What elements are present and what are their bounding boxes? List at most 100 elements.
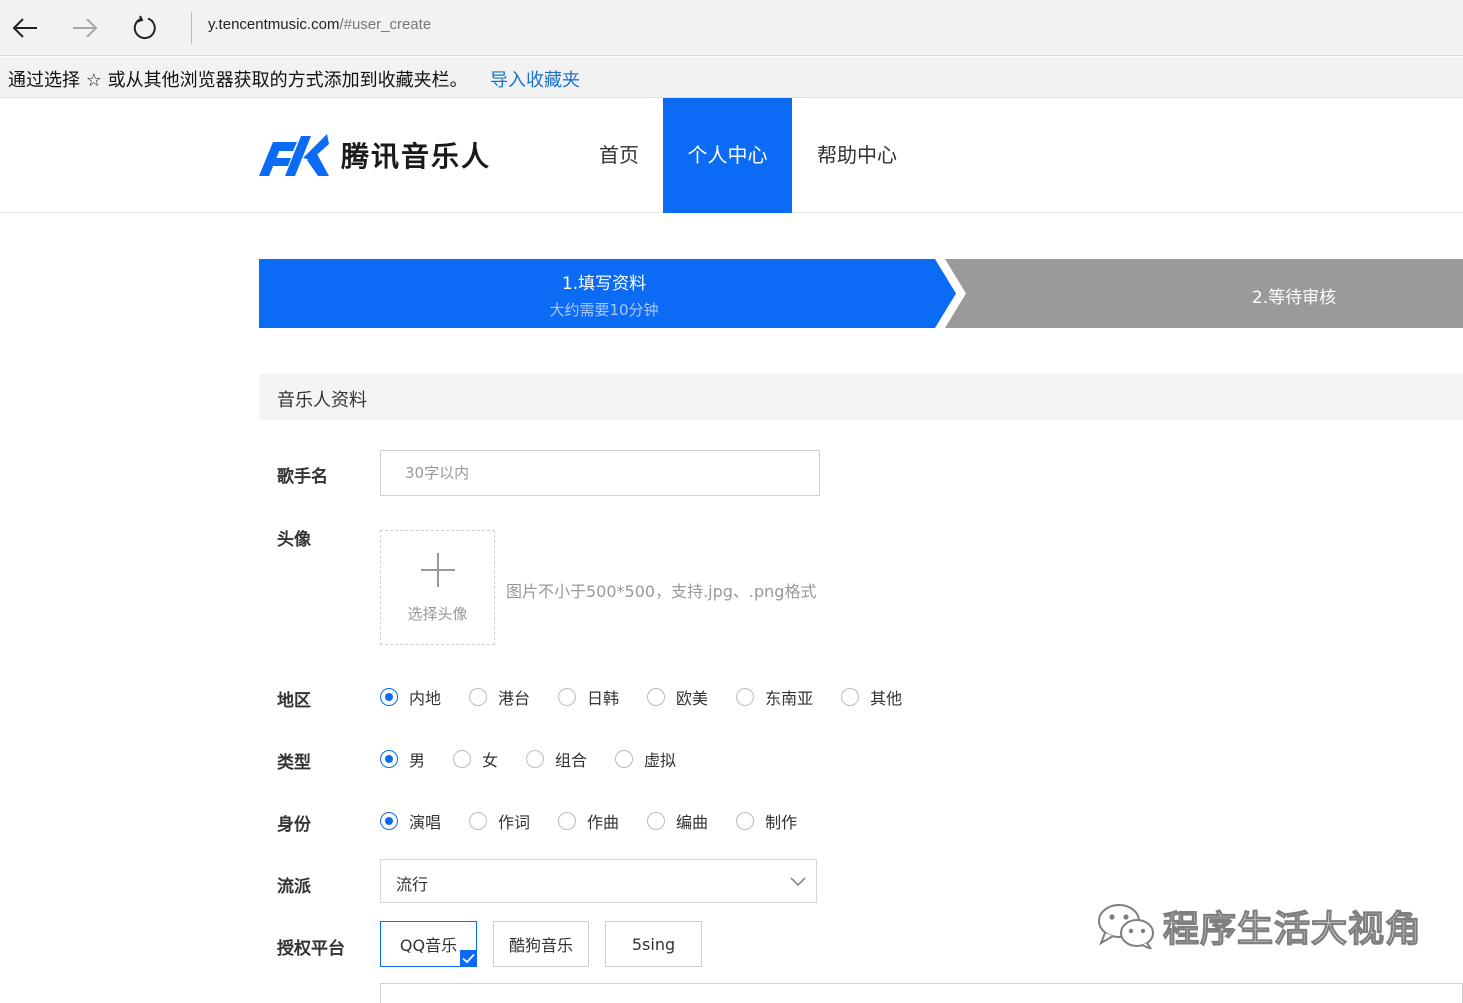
wechat-icon bbox=[1098, 904, 1154, 949]
url-path: /#user_create bbox=[339, 16, 432, 33]
radio-label: 女 bbox=[482, 751, 499, 770]
watermark-text: 程序生活大视角 bbox=[1162, 908, 1423, 950]
arrow-right-icon bbox=[73, 18, 98, 38]
url-domain: y.tencentmusic.com bbox=[208, 16, 340, 33]
site-header: 腾讯音乐人 首页 个人中心 帮助中心 bbox=[0, 98, 1463, 213]
radio-label: 编曲 bbox=[676, 813, 709, 832]
region-option[interactable]: 其他 bbox=[841, 685, 902, 709]
radio-icon bbox=[558, 688, 577, 706]
radio-label: 其他 bbox=[870, 689, 903, 708]
url-divider bbox=[191, 12, 192, 44]
forward-button[interactable] bbox=[65, 8, 105, 48]
import-favorites-link[interactable]: 导入收藏夹 bbox=[490, 66, 580, 92]
genre-label: 流派 bbox=[277, 877, 311, 897]
type-option[interactable]: 女 bbox=[453, 747, 498, 771]
watermark: 程序生活大视角 bbox=[1097, 900, 1422, 952]
avatar-hint: 图片不小于500*500，支持.jpg、.png格式 bbox=[506, 582, 817, 601]
radio-label: 港台 bbox=[498, 689, 531, 708]
avatar-label: 头像 bbox=[277, 530, 311, 550]
radio-icon bbox=[469, 812, 488, 830]
radio-label: 作词 bbox=[498, 813, 531, 832]
radio-icon bbox=[526, 750, 545, 768]
type-option[interactable]: 男 bbox=[380, 747, 425, 771]
radio-label: 内地 bbox=[409, 689, 442, 708]
platform-option-kugou[interactable]: 酷狗音乐 bbox=[493, 921, 589, 967]
progress-steps: 1.填写资料 大约需要10分钟 2.等待审核 bbox=[259, 259, 1463, 328]
refresh-icon bbox=[133, 15, 156, 40]
radio-label: 男 bbox=[409, 751, 426, 770]
radio-icon bbox=[469, 688, 488, 706]
identity-label: 身份 bbox=[277, 815, 311, 835]
singer-name-label: 歌手名 bbox=[277, 467, 328, 487]
platform-option-qq-music[interactable]: QQ音乐 bbox=[380, 921, 477, 967]
section-title: 音乐人资料 bbox=[277, 390, 367, 411]
step-2-title: 2.等待审核 bbox=[1251, 288, 1337, 308]
region-option[interactable]: 东南亚 bbox=[736, 685, 813, 709]
checkmark-icon bbox=[460, 950, 477, 967]
radio-label: 演唱 bbox=[409, 813, 442, 832]
type-option[interactable]: 虚拟 bbox=[615, 747, 676, 771]
type-radio-group: 男 女 组合 虚拟 bbox=[380, 747, 704, 771]
tme-logo-icon bbox=[259, 134, 329, 176]
radio-icon bbox=[615, 750, 634, 768]
radio-label: 制作 bbox=[765, 813, 798, 832]
site-logo[interactable]: 腾讯音乐人 bbox=[259, 134, 491, 176]
radio-checked-icon bbox=[380, 812, 398, 830]
address-bar[interactable]: y.tencentmusic.com/#user_create bbox=[208, 16, 431, 33]
radio-icon bbox=[453, 750, 472, 768]
radio-icon bbox=[558, 812, 577, 830]
region-radio-group: 内地 港台 日韩 欧美 东南亚 其他 bbox=[380, 685, 930, 709]
radio-checked-icon bbox=[380, 688, 398, 706]
refresh-button[interactable] bbox=[125, 8, 165, 48]
step-1-subtitle: 大约需要10分钟 bbox=[549, 301, 659, 319]
nav-help-center[interactable]: 帮助中心 bbox=[792, 98, 922, 213]
radio-icon bbox=[647, 812, 666, 830]
identity-option[interactable]: 作词 bbox=[469, 809, 530, 833]
chevron-down-icon bbox=[790, 877, 806, 887]
plus-icon bbox=[421, 553, 455, 587]
platform-label-text: 5sing bbox=[631, 934, 676, 954]
identity-option[interactable]: 编曲 bbox=[647, 809, 708, 833]
arrow-left-icon bbox=[12, 18, 37, 38]
radio-icon bbox=[647, 688, 666, 706]
region-option[interactable]: 内地 bbox=[380, 685, 441, 709]
next-form-field bbox=[380, 983, 1463, 1003]
platform-label: 授权平台 bbox=[277, 939, 345, 959]
identity-option[interactable]: 演唱 bbox=[380, 809, 441, 833]
favorites-prompt: 通过选择 ☆ 或从其他浏览器获取的方式添加到收藏夹栏。 bbox=[8, 70, 468, 91]
region-option[interactable]: 欧美 bbox=[647, 685, 708, 709]
identity-option[interactable]: 作曲 bbox=[558, 809, 619, 833]
radio-label: 东南亚 bbox=[765, 689, 814, 708]
nav-user-center[interactable]: 个人中心 bbox=[663, 98, 792, 213]
radio-label: 虚拟 bbox=[644, 751, 677, 770]
platform-label-text: 酷狗音乐 bbox=[508, 936, 573, 955]
radio-label: 欧美 bbox=[676, 689, 709, 708]
type-label: 类型 bbox=[277, 753, 311, 773]
identity-radio-group: 演唱 作词 作曲 编曲 制作 bbox=[380, 809, 825, 833]
radio-label: 组合 bbox=[555, 751, 588, 770]
region-option[interactable]: 港台 bbox=[469, 685, 530, 709]
genre-selected-value: 流行 bbox=[396, 875, 429, 894]
favorites-bar: 通过选择 ☆ 或从其他浏览器获取的方式添加到收藏夹栏。 导入收藏夹 bbox=[0, 57, 1463, 98]
step-1-title: 1.填写资料 bbox=[561, 274, 647, 294]
radio-icon bbox=[736, 688, 755, 706]
singer-name-input[interactable] bbox=[380, 450, 820, 496]
avatar-upload-button[interactable]: 选择头像 bbox=[380, 530, 495, 645]
platform-option-5sing[interactable]: 5sing bbox=[605, 921, 702, 967]
type-option[interactable]: 组合 bbox=[526, 747, 587, 771]
radio-label: 作曲 bbox=[587, 813, 620, 832]
logo-text: 腾讯音乐人 bbox=[341, 140, 492, 173]
region-label: 地区 bbox=[277, 691, 311, 711]
avatar-upload-label: 选择头像 bbox=[407, 605, 468, 623]
nav-home[interactable]: 首页 bbox=[575, 98, 663, 213]
radio-checked-icon bbox=[380, 750, 398, 768]
radio-icon bbox=[841, 688, 860, 706]
identity-option[interactable]: 制作 bbox=[736, 809, 797, 833]
platform-label-text: QQ音乐 bbox=[399, 936, 458, 955]
radio-icon bbox=[736, 812, 755, 830]
radio-label: 日韩 bbox=[587, 689, 620, 708]
genre-select[interactable]: 流行 bbox=[380, 859, 817, 903]
back-button[interactable] bbox=[5, 8, 45, 48]
region-option[interactable]: 日韩 bbox=[558, 685, 619, 709]
browser-toolbar: y.tencentmusic.com/#user_create bbox=[0, 0, 1463, 56]
